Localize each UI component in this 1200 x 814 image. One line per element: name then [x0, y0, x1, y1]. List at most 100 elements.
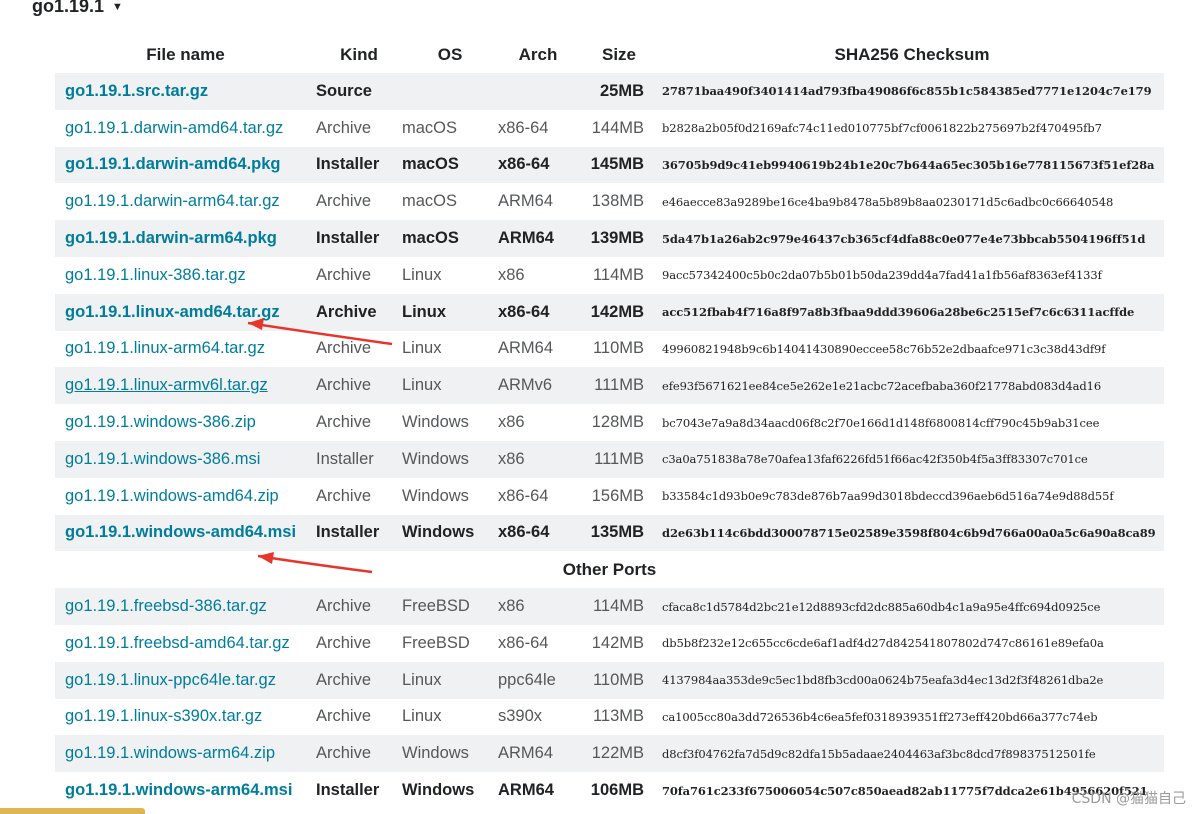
download-link[interactable]: go1.19.1.src.tar.gz [65, 82, 208, 100]
checksum-cell: 27871baa490f3401414ad793fba49086f6c855b1… [660, 73, 1164, 110]
table-row: go1.19.1.freebsd-amd64.tar.gz Archive Free… [55, 624, 1164, 662]
arch-cell: ARM64 [498, 735, 578, 773]
download-link[interactable]: go1.19.1.windows-arm64.msi [65, 781, 292, 799]
checksum-cell: d8cf3f04762fa7d5d9c82dfa15b5adaae2404463… [660, 735, 1164, 773]
bottom-progress-bar [0, 808, 145, 814]
download-link[interactable]: go1.19.1.linux-amd64.tar.gz [65, 303, 280, 321]
os-cell: macOS [402, 183, 498, 221]
os-cell: Windows [402, 404, 498, 441]
kind-cell: Archive [316, 404, 402, 441]
os-cell: FreeBSD [402, 624, 498, 662]
table-row: go1.19.1.linux-armv6l.tar.gz Archive Linux… [55, 367, 1164, 405]
table-row: go1.19.1.darwin-arm64.pkg Installer macOS A… [55, 220, 1164, 257]
checksum-cell: 49960821948b9c6b14041430890eccee58c76b52… [660, 330, 1164, 368]
os-cell: Linux [402, 661, 498, 699]
file-name-cell: go1.19.1.windows-amd64.zip [55, 477, 316, 515]
table-row: go1.19.1.linux-amd64.tar.gz Archive Linux x… [55, 293, 1164, 331]
other-ports-row: Other Ports [55, 551, 1164, 589]
checksum-cell: 36705b9d9c41eb9940619b24b1e20c7b644a65ec… [660, 146, 1164, 184]
os-cell: Linux [402, 293, 498, 331]
size-cell: 110MB [578, 330, 660, 368]
checksum-cell: cfaca8c1d5784d2bc21e12d8893cfd2dc885a60d… [660, 588, 1164, 625]
other-downloads: go1.19.1.freebsd-386.tar.gz Archive FreeBS… [55, 588, 1164, 809]
size-cell: 114MB [578, 588, 660, 625]
header-os: OS [437, 44, 463, 64]
arch-cell: s390x [498, 698, 578, 736]
version-dropdown[interactable]: go1.19.1 ▼ [32, 0, 123, 17]
size-cell: 25MB [578, 73, 660, 110]
download-link[interactable]: go1.19.1.freebsd-amd64.tar.gz [65, 634, 290, 652]
downloads-table: File name Kind OS Arch Size SHA256 Check… [55, 36, 1164, 809]
table-row: go1.19.1.windows-arm64.zip Archive Windows… [55, 735, 1164, 773]
file-name-cell: go1.19.1.darwin-arm64.tar.gz [55, 183, 316, 221]
os-cell: Linux [402, 330, 498, 368]
checksum-cell: b33584c1d93b0e9c783de876b7aa99d3018bdecc… [660, 477, 1164, 515]
download-link[interactable]: go1.19.1.linux-s390x.tar.gz [65, 707, 262, 725]
arch-cell: x86-64 [498, 477, 578, 515]
download-link[interactable]: go1.19.1.darwin-amd64.tar.gz [65, 119, 283, 137]
file-name-cell: go1.19.1.linux-arm64.tar.gz [55, 330, 316, 368]
file-name-cell: go1.19.1.src.tar.gz [55, 73, 316, 110]
download-link[interactable]: go1.19.1.windows-arm64.zip [65, 744, 275, 762]
size-cell: 113MB [578, 698, 660, 736]
kind-cell: Installer [316, 772, 402, 809]
arch-cell: x86-64 [498, 109, 578, 147]
download-link[interactable]: go1.19.1.linux-ppc64le.tar.gz [65, 671, 276, 689]
checksum-cell: bc7043e7a9a8d34aacd06f8c2f70e166d1d148f6… [660, 404, 1164, 441]
kind-cell: Installer [316, 146, 402, 184]
download-link[interactable]: go1.19.1.linux-armv6l.tar.gz [65, 376, 268, 394]
arch-cell: x86 [498, 588, 578, 625]
arch-cell: x86-64 [498, 514, 578, 552]
file-name-cell: go1.19.1.darwin-amd64.tar.gz [55, 109, 316, 147]
arch-cell: ARM64 [498, 183, 578, 221]
os-cell: Linux [402, 698, 498, 736]
file-name-cell: go1.19.1.freebsd-amd64.tar.gz [55, 624, 316, 662]
download-link[interactable]: go1.19.1.windows-amd64.zip [65, 487, 279, 505]
kind-cell: Archive [316, 735, 402, 773]
checksum-cell: 5da47b1a26ab2c979e46437cb365cf4dfa88c0e0… [660, 220, 1164, 257]
kind-cell: Source [316, 73, 402, 110]
download-link[interactable]: go1.19.1.windows-386.zip [65, 413, 256, 431]
size-cell: 128MB [578, 404, 660, 441]
kind-cell: Installer [316, 440, 402, 478]
kind-cell: Archive [316, 109, 402, 147]
kind-cell: Archive [316, 661, 402, 699]
download-link[interactable]: go1.19.1.windows-386.msi [65, 450, 260, 468]
checksum-cell: ca1005cc80a3dd726536b4c6ea5fef0318939351… [660, 698, 1164, 736]
size-cell: 142MB [578, 624, 660, 662]
checksum-cell: b2828a2b05f0d2169afc74c11ed010775bf7cf00… [660, 109, 1164, 147]
arch-cell: ARMv6 [498, 367, 578, 405]
download-link[interactable]: go1.19.1.linux-386.tar.gz [65, 266, 246, 284]
os-cell: Windows [402, 477, 498, 515]
os-cell: Windows [402, 440, 498, 478]
arch-cell: x86-64 [498, 293, 578, 331]
os-cell: Linux [402, 256, 498, 294]
file-name-cell: go1.19.1.windows-amd64.msi [55, 514, 316, 552]
download-link[interactable]: go1.19.1.darwin-amd64.pkg [65, 155, 280, 173]
checksum-cell: 4137984aa353de9c5ec1bd8fb3cd00a0624b75ea… [660, 661, 1164, 699]
table-header-row: File name Kind OS Arch Size SHA256 Check… [55, 36, 1164, 73]
download-link[interactable]: go1.19.1.freebsd-386.tar.gz [65, 597, 267, 615]
kind-cell: Archive [316, 698, 402, 736]
download-link[interactable]: go1.19.1.windows-amd64.msi [65, 523, 296, 541]
kind-cell: Archive [316, 477, 402, 515]
size-cell: 144MB [578, 109, 660, 147]
table-row: go1.19.1.windows-amd64.zip Archive Windows… [55, 477, 1164, 515]
caret-down-icon: ▼ [112, 0, 123, 13]
table-row: go1.19.1.darwin-arm64.tar.gz Archive macOS… [55, 183, 1164, 221]
download-link[interactable]: go1.19.1.darwin-arm64.pkg [65, 229, 277, 247]
os-cell: FreeBSD [402, 588, 498, 625]
arch-cell: ppc64le [498, 661, 578, 699]
arch-cell: x86 [498, 440, 578, 478]
kind-cell: Archive [316, 183, 402, 221]
arch-cell [498, 73, 578, 110]
arch-cell: x86 [498, 256, 578, 294]
download-link[interactable]: go1.19.1.darwin-arm64.tar.gz [65, 192, 280, 210]
size-cell: 135MB [578, 514, 660, 552]
size-cell: 111MB [578, 367, 660, 405]
table-row: go1.19.1.windows-amd64.msi Installer Windo… [55, 514, 1164, 552]
kind-cell: Archive [316, 367, 402, 405]
size-cell: 156MB [578, 477, 660, 515]
download-link[interactable]: go1.19.1.linux-arm64.tar.gz [65, 339, 265, 357]
file-name-cell: go1.19.1.linux-amd64.tar.gz [55, 293, 316, 331]
